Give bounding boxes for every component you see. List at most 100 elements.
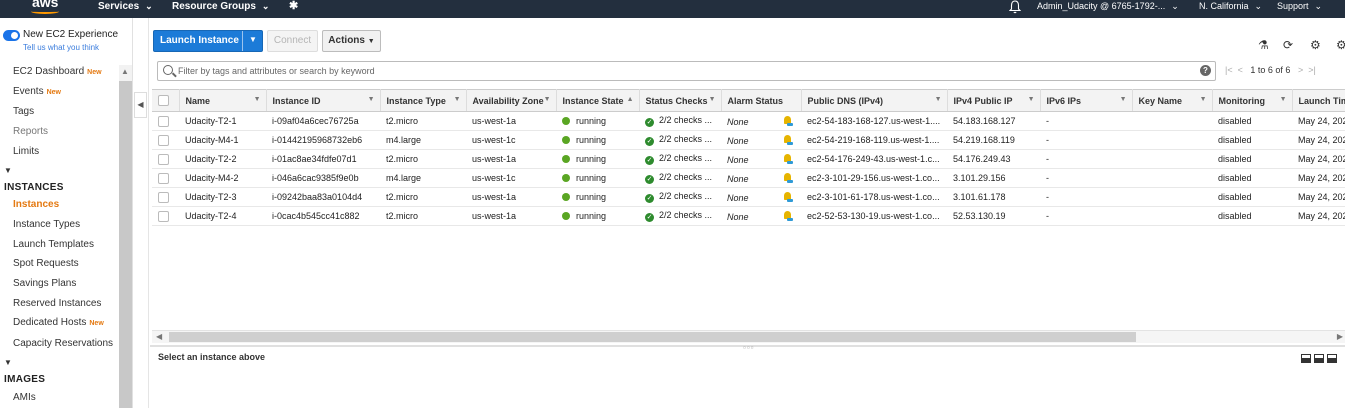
sort-icon[interactable]: ▼ <box>1028 96 1035 103</box>
prev-page-icon[interactable]: < <box>1238 65 1243 75</box>
help-icon[interactable]: ⚙ <box>1336 38 1345 52</box>
flask-icon[interactable]: ⚗ <box>1258 38 1269 52</box>
region-menu[interactable]: N. California ⌄ <box>1199 0 1262 18</box>
create-alarm-icon[interactable] <box>783 172 793 184</box>
cell-status-checks-text[interactable]: 2/2 checks ... <box>659 210 712 220</box>
row-select-cell[interactable] <box>152 111 179 131</box>
row-select-cell[interactable] <box>152 149 179 169</box>
connect-button[interactable]: Connect <box>267 30 318 52</box>
sort-icon[interactable]: ▼ <box>254 96 261 103</box>
drag-handle-icon[interactable]: ▫▫▫ <box>743 343 755 352</box>
layout-split-pane-icon[interactable] <box>1314 354 1324 363</box>
collapse-sidebar-button[interactable]: ◀ <box>134 92 147 118</box>
table-row[interactable]: Udacity-M4-2 i-046a6cac9385f9e0b m4.large u… <box>152 168 1345 188</box>
column-header-ipv4-public-ip[interactable]: IPv4 Public IP ▼ <box>947 89 1041 112</box>
sidebar-item-events[interactable]: Events New <box>13 86 61 97</box>
column-header-key-name[interactable]: Key Name ▼ <box>1132 89 1213 112</box>
row-select-cell[interactable] <box>152 206 179 226</box>
sidebar-item-reserved-instances[interactable]: Reserved Instances <box>13 298 101 309</box>
cell-status-checks-text[interactable]: 2/2 checks ... <box>659 191 712 201</box>
chevron-down-icon[interactable]: ▼ <box>249 35 257 44</box>
column-header-name[interactable]: Name ▼ <box>179 89 267 112</box>
row-select-cell[interactable] <box>152 130 179 150</box>
account-menu[interactable]: Admin_Udacity @ 6765-1792-... ⌄ <box>1037 0 1179 18</box>
new-experience-toggle[interactable] <box>3 30 20 41</box>
sidebar-item-limits[interactable]: Limits <box>13 146 39 157</box>
resource-groups-menu[interactable]: Resource Groups ⌄ <box>172 0 269 18</box>
horizontal-scrollbar[interactable]: ◀ ▶ <box>152 330 1345 343</box>
column-header-launch-time[interactable]: Launch Time <box>1292 89 1345 112</box>
cell-status-checks-text[interactable]: 2/2 checks ... <box>659 172 712 182</box>
launch-instance-button[interactable]: Launch Instance ▼ <box>153 30 263 52</box>
create-alarm-icon[interactable] <box>783 134 793 146</box>
actions-button[interactable]: Actions ▼ <box>322 30 381 52</box>
row-checkbox[interactable] <box>158 153 169 165</box>
sidebar-item-ec2-dashboard[interactable]: EC2 Dashboard New <box>13 66 102 77</box>
sidebar-item-savings-plans[interactable]: Savings Plans <box>13 278 76 289</box>
scroll-left-icon[interactable]: ◀ <box>156 332 162 341</box>
cell-status-checks-text[interactable]: 2/2 checks ... <box>659 153 712 163</box>
layout-bottom-pane-icon[interactable] <box>1301 354 1311 363</box>
table-row[interactable]: Udacity-T2-3 i-09242baa83a0104d4 t2.micro u… <box>152 187 1345 207</box>
row-checkbox[interactable] <box>158 210 169 222</box>
first-page-icon[interactable]: |< <box>1225 65 1233 75</box>
scroll-right-icon[interactable]: ▶ <box>1337 332 1343 341</box>
sidebar-item-launch-templates[interactable]: Launch Templates <box>13 239 94 250</box>
collapse-triangle-icon[interactable]: ▼ <box>4 358 12 367</box>
sidebar-scrollbar[interactable]: ▲ <box>119 65 132 408</box>
column-header-public-dns[interactable]: Public DNS (IPv4) ▼ <box>801 89 948 112</box>
select-all-checkbox[interactable] <box>158 95 169 107</box>
pin-icon[interactable]: ✱ <box>289 0 298 18</box>
column-header-ipv6-ips[interactable]: IPv6 IPs ▼ <box>1040 89 1133 112</box>
sidebar-item-dedicated-hosts[interactable]: Dedicated Hosts New <box>13 317 104 328</box>
scroll-up-icon[interactable]: ▲ <box>121 67 129 76</box>
select-all-header[interactable] <box>152 89 180 112</box>
sort-icon[interactable]: ▼ <box>368 96 375 103</box>
row-select-cell[interactable] <box>152 187 179 207</box>
sort-ascending-icon[interactable]: ▲ <box>627 96 634 103</box>
table-row[interactable]: Udacity-T2-2 i-01ac8ae34fdfe07d1 t2.micro u… <box>152 149 1345 169</box>
sidebar-item-amis[interactable]: AMIs <box>13 392 36 403</box>
column-header-instance-type[interactable]: Instance Type ▼ <box>380 89 467 112</box>
cell-status-checks-text[interactable]: 2/2 checks ... <box>659 115 712 125</box>
column-header-availability-zone[interactable]: Availability Zone ▼ <box>466 89 557 112</box>
sidebar-item-tags[interactable]: Tags <box>13 106 34 117</box>
notification-bell-icon[interactable] <box>1009 0 1021 14</box>
services-menu[interactable]: Services ⌄ <box>98 0 153 18</box>
row-checkbox[interactable] <box>158 115 169 127</box>
sort-icon[interactable]: ▼ <box>1280 96 1287 103</box>
column-header-alarm-status[interactable]: Alarm Status <box>721 89 802 112</box>
sidebar-item-capacity-reservations[interactable]: Capacity Reservations <box>13 338 113 349</box>
sort-icon[interactable]: ▼ <box>544 96 551 103</box>
create-alarm-icon[interactable] <box>783 191 793 203</box>
gear-icon[interactable]: ⚙ <box>1310 38 1321 52</box>
last-page-icon[interactable]: >| <box>1308 65 1316 75</box>
search-input[interactable]: Filter by tags and attributes or search … <box>178 66 375 76</box>
sort-icon[interactable]: ▼ <box>935 96 942 103</box>
support-menu[interactable]: Support ⌄ <box>1277 0 1322 18</box>
cell-status-checks-text[interactable]: 2/2 checks ... <box>659 134 712 144</box>
filter-input-container[interactable]: Filter by tags and attributes or search … <box>157 61 1216 81</box>
column-header-monitoring[interactable]: Monitoring ▼ <box>1212 89 1293 112</box>
row-checkbox[interactable] <box>158 191 169 203</box>
sidebar-item-instance-types[interactable]: Instance Types <box>13 219 80 230</box>
sidebar-item-instances[interactable]: Instances <box>13 199 59 210</box>
create-alarm-icon[interactable] <box>783 115 793 127</box>
sidebar-item-spot-requests[interactable]: Spot Requests <box>13 258 79 269</box>
sort-icon[interactable]: ▼ <box>1200 96 1207 103</box>
sort-icon[interactable]: ▼ <box>454 96 461 103</box>
row-checkbox[interactable] <box>158 134 169 146</box>
column-header-status-checks[interactable]: Status Checks ▼ <box>639 89 722 112</box>
sort-icon[interactable]: ▼ <box>709 96 716 103</box>
column-header-instance-state[interactable]: Instance State ▲ <box>556 89 640 112</box>
next-page-icon[interactable]: > <box>1298 65 1303 75</box>
row-select-cell[interactable] <box>152 168 179 188</box>
collapse-triangle-icon[interactable]: ▼ <box>4 166 12 175</box>
sort-icon[interactable]: ▼ <box>1120 96 1127 103</box>
layout-full-pane-icon[interactable] <box>1327 354 1337 363</box>
create-alarm-icon[interactable] <box>783 210 793 222</box>
row-checkbox[interactable] <box>158 172 169 184</box>
column-header-instance-id[interactable]: Instance ID ▼ <box>266 89 381 112</box>
sidebar-item-reports[interactable]: Reports <box>13 126 48 137</box>
table-row[interactable]: Udacity-M4-1 i-01442195968732eb6 m4.large u… <box>152 130 1345 150</box>
